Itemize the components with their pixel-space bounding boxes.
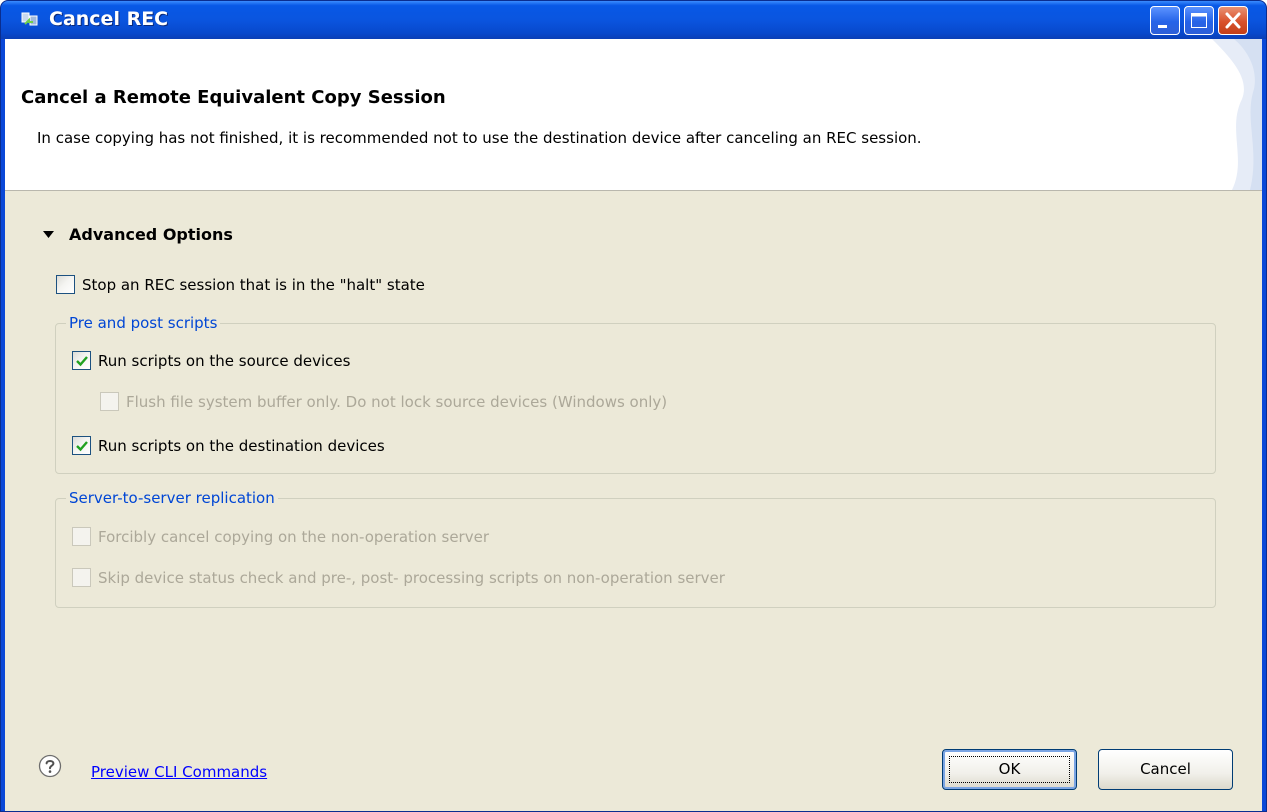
app-icon xyxy=(21,12,38,26)
preview-cli-commands-link[interactable]: Preview CLI Commands xyxy=(91,763,267,781)
checkbox-label: Skip device status check and pre-, post-… xyxy=(98,569,725,587)
cancel-button[interactable]: Cancel xyxy=(1098,749,1233,790)
banner-description: In case copying has not finished, it is … xyxy=(37,129,922,147)
checkmark-icon xyxy=(76,441,88,452)
title-bar[interactable]: Cancel REC xyxy=(1,1,1266,39)
close-icon xyxy=(1225,12,1241,29)
help-question-icon[interactable] xyxy=(37,753,63,779)
close-button[interactable] xyxy=(1218,6,1248,35)
checkbox-box[interactable] xyxy=(100,392,119,411)
checkbox-label: Run scripts on the destination devices xyxy=(98,437,385,455)
checkbox-label: Flush file system buffer only. Do not lo… xyxy=(126,393,668,411)
checkmark-icon xyxy=(76,356,88,367)
checkbox-box[interactable] xyxy=(56,275,75,294)
checkbox-label: Stop an REC session that is in the "halt… xyxy=(82,276,425,294)
maximize-icon xyxy=(1191,13,1207,28)
checkbox-label: Run scripts on the source devices xyxy=(98,352,351,370)
banner-decoration xyxy=(1212,39,1262,190)
title-area: Cancel a Remote Equivalent Copy Session … xyxy=(5,39,1262,191)
server-replication-group: Server-to-server replication xyxy=(55,488,1216,608)
group-legend: Server-to-server replication xyxy=(66,488,278,508)
checkbox-box[interactable] xyxy=(72,351,91,370)
checkbox-box[interactable] xyxy=(72,527,91,546)
expand-triangle-icon xyxy=(43,231,54,238)
checkbox-box[interactable] xyxy=(72,436,91,455)
banner-title: Cancel a Remote Equivalent Copy Session xyxy=(21,87,446,108)
dialog-window: Cancel REC Cancel a Remote Equivalent Co… xyxy=(0,0,1267,812)
dialog-body: Cancel a Remote Equivalent Copy Session … xyxy=(5,39,1262,811)
group-legend: Pre and post scripts xyxy=(66,313,221,333)
checkbox-label: Forcibly cancel copying on the non-opera… xyxy=(98,528,489,546)
ok-button[interactable]: OK xyxy=(942,749,1077,790)
cancel-button-label: Cancel xyxy=(1140,760,1191,778)
window-title: Cancel REC xyxy=(49,8,169,30)
checkbox-box[interactable] xyxy=(72,568,91,587)
minimize-button[interactable] xyxy=(1150,6,1180,35)
advanced-options-label: Advanced Options xyxy=(69,225,233,244)
maximize-button[interactable] xyxy=(1184,6,1214,35)
minimize-icon xyxy=(1158,25,1167,28)
focus-rectangle xyxy=(949,756,1070,783)
